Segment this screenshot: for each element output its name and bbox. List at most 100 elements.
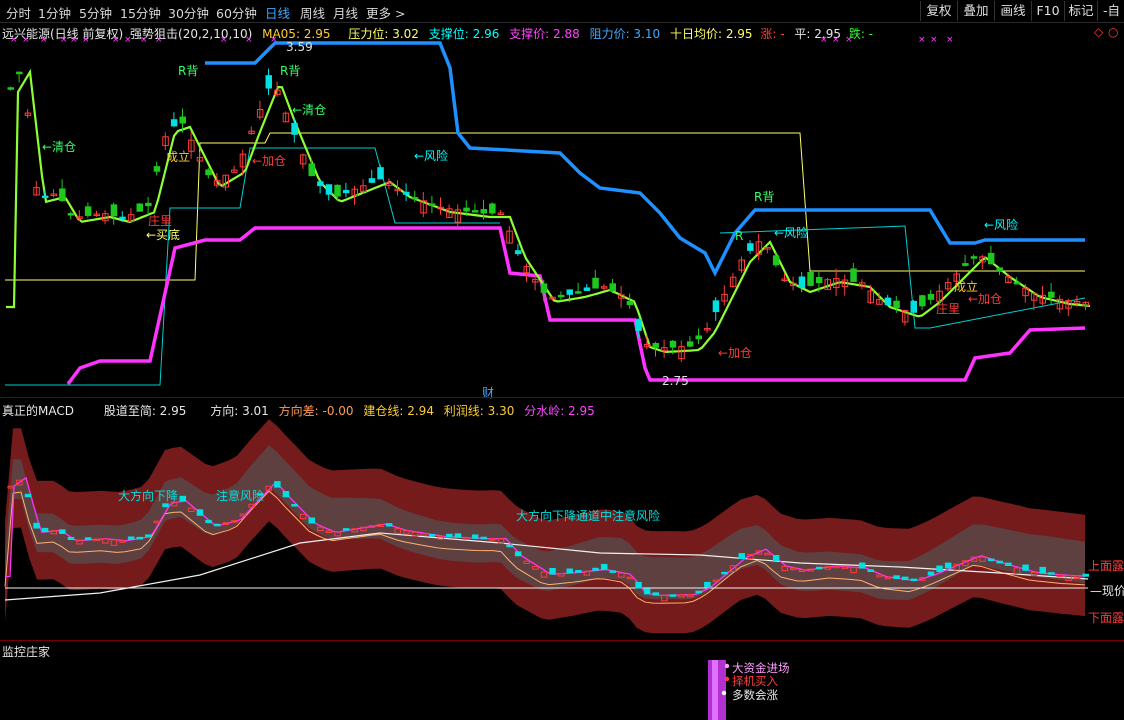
- add-watchlist-button[interactable]: -自选: [1097, 1, 1124, 21]
- candle-body: [317, 181, 324, 187]
- macd-candle: [308, 517, 315, 524]
- candle-body: [815, 276, 823, 284]
- candle-body: [342, 189, 350, 194]
- macd-candle: [1022, 564, 1029, 571]
- top-x-marker: ×: [112, 35, 120, 45]
- r-bei-label-2: R背: [280, 64, 301, 78]
- candle-body: [583, 287, 591, 291]
- candle-body: [119, 216, 126, 220]
- fuquan-button[interactable]: 复权: [920, 1, 957, 21]
- macd-candle: [136, 536, 143, 540]
- period-tab-daily[interactable]: 日线: [265, 3, 290, 22]
- candle-body: [377, 167, 384, 180]
- chengli-label-1: 成立: [166, 150, 191, 164]
- candle-body: [16, 71, 23, 75]
- period-tab-more[interactable]: 更多 >: [366, 3, 405, 22]
- top-x-marker: ×: [70, 35, 78, 45]
- period-tab-60min[interactable]: 60分钟: [216, 3, 257, 22]
- macd-candle: [575, 570, 582, 573]
- macd-candle: [179, 495, 186, 502]
- macd-candle: [695, 590, 702, 594]
- macd-candle: [772, 554, 780, 561]
- candle-body: [962, 263, 969, 266]
- period-tab-monthly[interactable]: 月线: [333, 3, 358, 22]
- top-x-marker: ×: [930, 35, 938, 45]
- legend-mostly-rise: 多数会涨: [732, 688, 778, 702]
- period-tab-fenshi[interactable]: 分时: [6, 3, 31, 22]
- macd-candle: [471, 534, 479, 539]
- macd-candle: [867, 569, 874, 572]
- top-x-marker: ×: [40, 35, 48, 45]
- candle-body: [84, 206, 92, 216]
- candle-body: [265, 75, 272, 89]
- top-x-marker: ×: [918, 35, 926, 45]
- candle-body: [893, 300, 900, 309]
- candle-body: [514, 250, 522, 255]
- top-x-marker: ×: [140, 35, 148, 45]
- macd-trend-text-1: 大方向下降: [118, 489, 179, 503]
- qingcang-label-2: ←清仓: [292, 103, 327, 117]
- macd-outer-band: [5, 419, 1085, 634]
- candle-body: [7, 87, 14, 90]
- jiacang-label-2: ←加仓: [718, 346, 753, 360]
- pane-divider-2[interactable]: [0, 640, 1124, 641]
- mark-button[interactable]: 标记: [1064, 1, 1097, 21]
- macd-candle: [342, 528, 350, 531]
- candle-body: [170, 119, 178, 127]
- candle-body: [1013, 281, 1021, 285]
- candle-body: [325, 184, 333, 195]
- macd-candle: [1039, 566, 1046, 574]
- period-tab-weekly[interactable]: 周线: [300, 3, 325, 22]
- macd-candle: [738, 553, 745, 559]
- candle-body: [592, 277, 599, 289]
- period-tab-1min[interactable]: 1分钟: [38, 3, 71, 22]
- legend-dot-1: [724, 663, 730, 669]
- candle-body: [411, 197, 419, 200]
- candle-body: [927, 293, 935, 300]
- period-toolbar: 分时 1分钟 5分钟 15分钟 30分钟 60分钟 日线 周线 月线 更多 > …: [0, 0, 1124, 23]
- macd-candle: [514, 551, 522, 557]
- macd-candle: [652, 592, 659, 596]
- macd-candle: [592, 567, 599, 571]
- top-x-marker: ×: [220, 35, 228, 45]
- candle-body: [368, 178, 376, 183]
- macd-candle: [282, 491, 290, 498]
- candle-body: [970, 256, 978, 259]
- macd-candle: [480, 536, 487, 540]
- candle-body: [41, 195, 49, 199]
- overlay-button[interactable]: 叠加: [957, 1, 994, 21]
- candle-body: [1048, 291, 1055, 298]
- jiacang-label-3: ←加仓: [968, 292, 1003, 306]
- macd-candle: [1048, 572, 1055, 575]
- candle-body: [996, 267, 1003, 272]
- finance-marker[interactable]: 财: [482, 384, 494, 401]
- candle-body: [136, 203, 143, 212]
- macd-candle: [446, 533, 453, 538]
- period-tab-15min[interactable]: 15分钟: [120, 3, 161, 22]
- macd-candle: [910, 578, 917, 582]
- pane-divider-1[interactable]: [0, 397, 1124, 398]
- candle-body: [205, 169, 212, 176]
- jiacang-label-1: ←加仓: [252, 154, 287, 168]
- candle-body: [747, 243, 754, 251]
- f10-button[interactable]: F10: [1031, 1, 1064, 21]
- candle-body: [712, 300, 720, 313]
- macd-candle: [893, 575, 900, 579]
- macd-candle: [643, 588, 651, 595]
- period-tab-30min[interactable]: 30分钟: [168, 3, 209, 22]
- macd-band-chart[interactable]: [0, 415, 1124, 645]
- macd-candle: [609, 570, 616, 573]
- r-small-label: R: [735, 229, 744, 243]
- period-tab-5min[interactable]: 5分钟: [79, 3, 112, 22]
- candle-body: [686, 341, 694, 347]
- big-money-bar-highlight: [712, 660, 718, 720]
- top-x-marker: ×: [845, 35, 853, 45]
- monitor-chart: [708, 660, 730, 720]
- draw-line-button[interactable]: 画线: [994, 1, 1031, 21]
- risk-label-1: ←风险: [414, 149, 449, 163]
- top-x-marker: ×: [124, 35, 132, 45]
- macd-candle: [196, 509, 204, 516]
- macd-candle: [506, 544, 513, 548]
- top-x-marker: ×: [946, 35, 954, 45]
- candle-body: [463, 207, 470, 212]
